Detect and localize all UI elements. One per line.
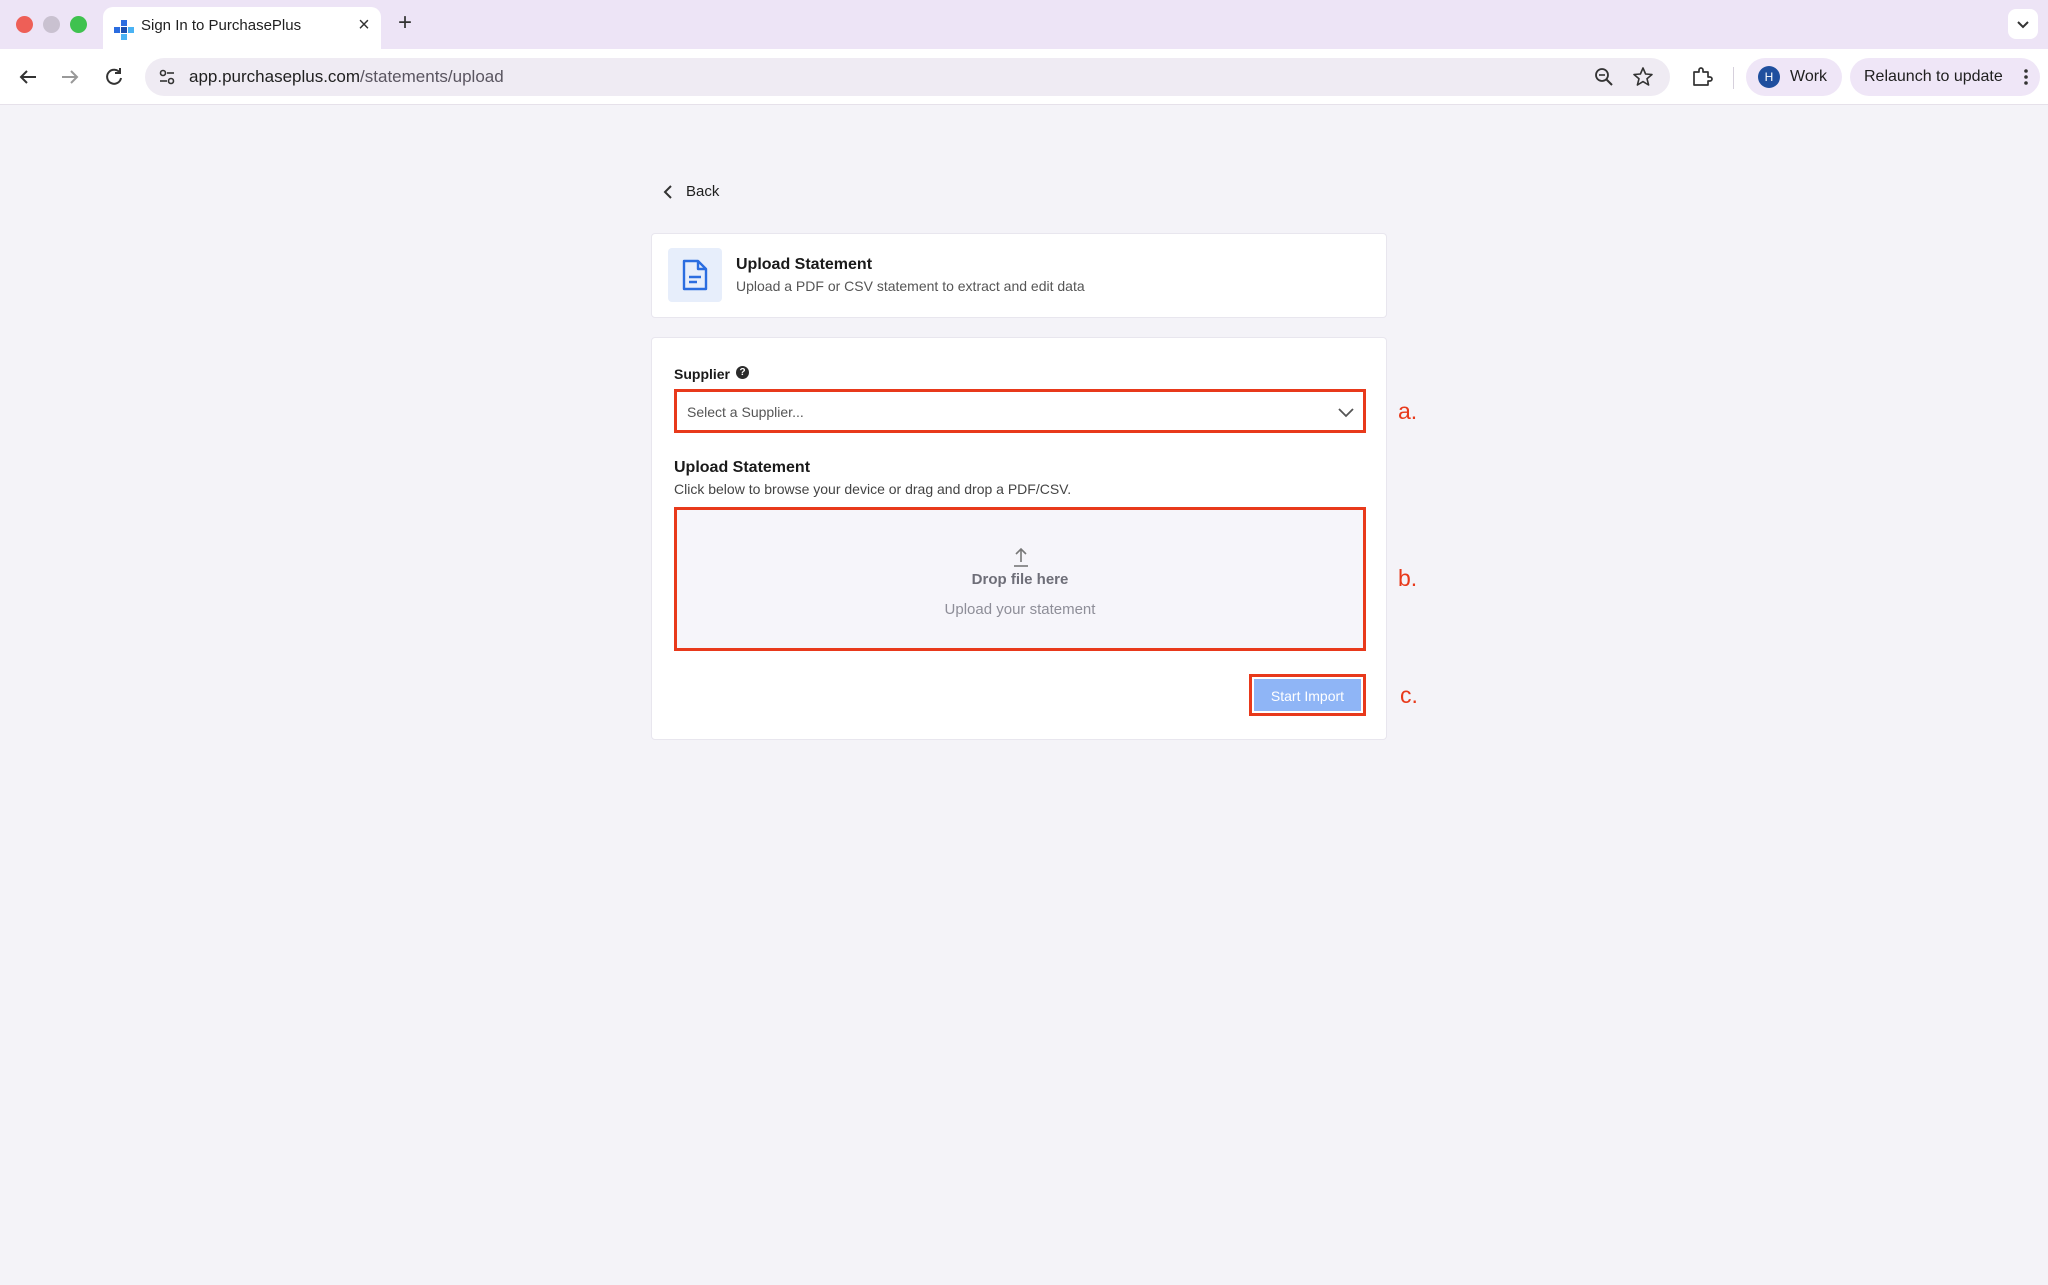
- annotation-c: c.: [1400, 682, 1418, 708]
- browser-toolbar: app.purchaseplus.com/statements/upload H…: [0, 49, 2048, 105]
- upload-section-subtitle: Click below to browse your device or dra…: [674, 481, 1072, 497]
- page-title: Upload Statement: [736, 256, 873, 273]
- purchaseplus-favicon-icon: [114, 20, 134, 40]
- file-dropzone[interactable]: Drop file here Upload your statement: [674, 507, 1366, 651]
- zoom-icon[interactable]: [1593, 66, 1615, 88]
- profile-button[interactable]: H Work: [1746, 58, 1842, 96]
- back-label: Back: [686, 183, 720, 200]
- upload-arrow-icon: [1014, 547, 1028, 567]
- maximize-window-button[interactable]: [70, 16, 87, 33]
- chevron-down-icon: [2017, 21, 2029, 29]
- back-arrow-icon[interactable]: [14, 63, 42, 91]
- browser-tab-bar: Sign In to PurchasePlus × +: [0, 0, 2048, 49]
- annotation-a: a.: [1398, 398, 1418, 424]
- forward-arrow-icon[interactable]: [56, 63, 84, 91]
- new-tab-button[interactable]: +: [392, 10, 418, 36]
- bookmark-star-icon[interactable]: [1632, 66, 1654, 88]
- relaunch-to-update-button[interactable]: Relaunch to update: [1850, 58, 2040, 96]
- help-question-icon[interactable]: ?: [736, 366, 749, 379]
- document-tile: [668, 248, 722, 302]
- site-info-icon[interactable]: [157, 67, 177, 87]
- reload-icon[interactable]: [100, 63, 128, 91]
- avatar: H: [1758, 66, 1780, 88]
- chevron-down-icon: [1338, 408, 1354, 418]
- tab-title: Sign In to PurchasePlus: [141, 17, 302, 34]
- supplier-select-placeholder: Select a Supplier...: [687, 404, 804, 420]
- minimize-window-button[interactable]: [43, 16, 60, 33]
- dropzone-title: Drop file here: [971, 571, 1069, 588]
- annotation-b: b.: [1398, 565, 1418, 591]
- more-vertical-icon: [2024, 69, 2028, 85]
- supplier-label: Supplier: [674, 366, 731, 382]
- profile-name: Work: [1790, 68, 1828, 85]
- tab-search-button[interactable]: [2008, 9, 2038, 39]
- upload-form-card: Supplier ? Select a Supplier... Upload S…: [651, 337, 1387, 740]
- address-bar[interactable]: app.purchaseplus.com/statements/upload: [145, 58, 1670, 96]
- page-subtitle: Upload a PDF or CSV statement to extract…: [736, 278, 1085, 294]
- toolbar-divider: [1733, 67, 1734, 89]
- extensions-puzzle-icon[interactable]: [1690, 65, 1714, 89]
- chevron-left-icon: [663, 185, 672, 199]
- upload-statement-header-card: Upload Statement Upload a PDF or CSV sta…: [651, 233, 1387, 318]
- close-window-button[interactable]: [16, 16, 33, 33]
- dropzone-subtitle: Upload your statement: [944, 601, 1096, 618]
- upload-section-title: Upload Statement: [674, 459, 811, 476]
- start-import-highlight: Start Import: [1249, 674, 1366, 716]
- document-icon: [682, 259, 708, 291]
- url-text: app.purchaseplus.com/statements/upload: [189, 67, 504, 87]
- tab-close-icon[interactable]: ×: [353, 14, 375, 36]
- supplier-select[interactable]: Select a Supplier...: [674, 389, 1366, 433]
- relaunch-label: Relaunch to update: [1864, 68, 2003, 85]
- url-path: /statements/upload: [360, 67, 504, 86]
- browser-tab-active[interactable]: Sign In to PurchasePlus ×: [103, 7, 381, 49]
- start-import-button[interactable]: Start Import: [1254, 679, 1361, 711]
- url-host: app.purchaseplus.com: [189, 67, 361, 86]
